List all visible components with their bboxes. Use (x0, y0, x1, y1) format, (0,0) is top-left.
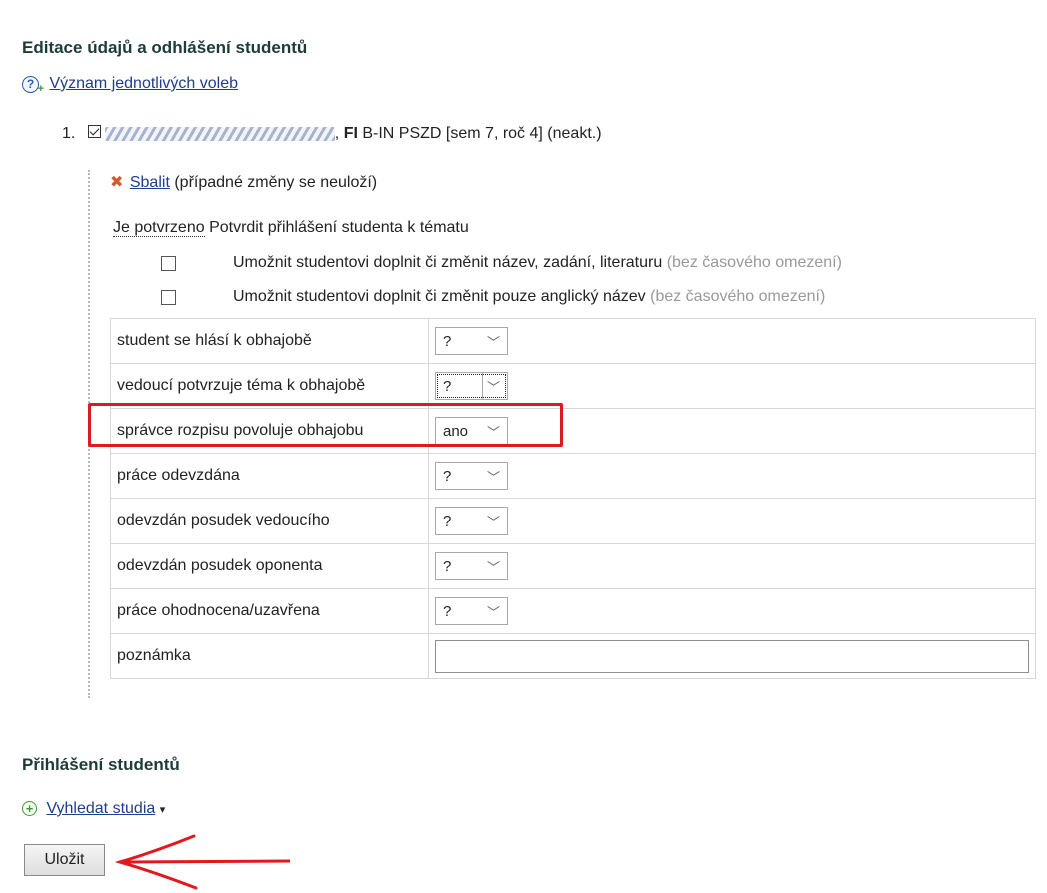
confirm-text: Potvrdit přihlášení studenta k tématu (209, 219, 469, 236)
state-select[interactable]: ? ﹀ (435, 507, 508, 535)
student-row: 1. , FI B-IN PSZD [sem 7, roč 4] (neakt.… (62, 125, 602, 142)
confirmed-label: Je potvrzeno (113, 219, 205, 237)
state-table: student se hlásí k obhajobě ? ﹀ vedoucí p… (110, 318, 1036, 679)
option-checkbox-2[interactable] (161, 290, 176, 305)
state-select[interactable]: ? ﹀ (435, 462, 508, 490)
state-select[interactable]: ? ﹀ (435, 552, 508, 580)
student-number: 1. (62, 125, 76, 142)
collapse-x-icon[interactable]: ✖ (110, 174, 123, 191)
chevron-down-icon: ﹀ (486, 605, 500, 620)
row-label: práce ohodnocena/uzavřena (110, 588, 429, 634)
help-row: ? + Význam jednotlivých voleb (22, 75, 238, 95)
study-info: B-IN PSZD [sem 7, roč 4] (neakt.) (362, 125, 602, 142)
plus-circle-icon[interactable]: + (22, 801, 37, 816)
red-highlight-annotation (88, 403, 563, 447)
save-button[interactable]: Uložit (24, 844, 105, 876)
row-label: odevzdán posudek oponenta (110, 543, 429, 589)
registration-heading: Přihlášení studentů (22, 755, 180, 774)
page-heading: Editace údajů a odhlášení studentů (22, 38, 308, 57)
state-select[interactable]: ? ﹀ (435, 327, 508, 355)
search-studies-link[interactable]: Vyhledat studia (46, 800, 155, 817)
table-row: práce odevzdána ? ﹀ (110, 453, 1036, 499)
table-row: odevzdán posudek oponenta ? ﹀ (110, 543, 1036, 589)
confirm-row: Je potvrzeno Potvrdit přihlášení student… (113, 219, 469, 237)
chevron-down-icon: ﹀ (486, 470, 500, 485)
option-hint: (bez časového omezení) (650, 288, 826, 305)
option-2: Umožnit studentovi doplnit či změnit pou… (233, 288, 825, 306)
row-label: odevzdán posudek vedoucího (110, 498, 429, 544)
help-icon[interactable]: ? + (22, 76, 44, 95)
option-text: Umožnit studentovi doplnit či změnit pou… (233, 288, 646, 305)
collapse-note: (případné změny se neuloží) (174, 174, 378, 191)
option-text: Umožnit studentovi doplnit či změnit náz… (233, 254, 663, 271)
table-row: vedoucí potvrzuje téma k obhajobě ? ﹀ (110, 363, 1036, 409)
option-checkbox-1[interactable] (161, 256, 176, 271)
help-link[interactable]: Význam jednotlivých voleb (49, 75, 238, 92)
collapse-row: ✖ Sbalit (případné změny se neuloží) (110, 172, 377, 192)
chevron-down-icon: ﹀ (486, 380, 500, 395)
checkbox-checked-icon[interactable] (87, 125, 101, 138)
row-label: student se hlásí k obhajobě (110, 318, 429, 364)
row-label: práce odevzdána (110, 453, 429, 499)
table-row: odevzdán posudek vedoucího ? ﹀ (110, 498, 1036, 544)
note-input[interactable] (435, 639, 1029, 673)
chevron-down-icon: ﹀ (486, 335, 500, 350)
caret-down-icon[interactable]: ▾ (160, 804, 166, 816)
state-select[interactable]: ? ﹀ (435, 597, 508, 625)
state-select[interactable]: ? ﹀ (435, 372, 508, 400)
row-label: vedoucí potvrzuje téma k obhajobě (110, 363, 429, 409)
table-row: práce ohodnocena/uzavřena ? ﹀ (110, 588, 1036, 634)
row-label: poznámka (110, 633, 429, 679)
chevron-down-icon: ﹀ (486, 560, 500, 575)
collapse-link[interactable]: Sbalit (130, 174, 170, 191)
table-row: poznámka (110, 633, 1036, 679)
option-hint: (bez časového omezení) (666, 254, 842, 271)
faculty-code: FI (343, 125, 358, 142)
red-arrow-annotation (114, 834, 291, 890)
redacted-student-name (104, 126, 335, 141)
table-row: student se hlásí k obhajobě ? ﹀ (110, 318, 1036, 364)
chevron-down-icon: ﹀ (486, 515, 500, 530)
search-row: + Vyhledat studia ▾ (22, 800, 165, 818)
option-1: Umožnit studentovi doplnit či změnit náz… (233, 254, 842, 272)
